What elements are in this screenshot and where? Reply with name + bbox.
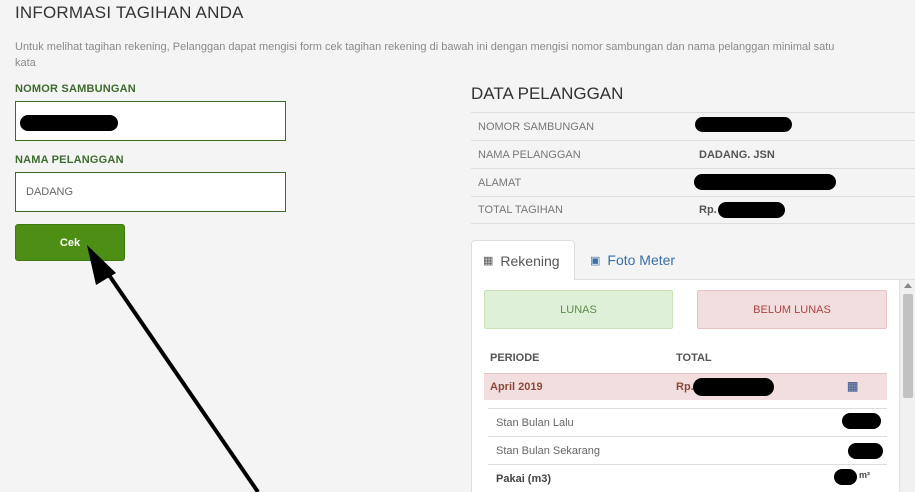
detail-label: Pakai (m3) — [496, 473, 552, 485]
redacted-stan-lalu — [842, 413, 881, 429]
detail-row-stan-sekarang: Stan Bulan Sekarang — [488, 436, 887, 464]
detail-label: Stan Bulan Lalu — [496, 417, 574, 429]
calculator-icon[interactable]: ▦ — [847, 379, 858, 393]
scroll-up-arrow[interactable] — [904, 283, 912, 288]
panel-scrollbar[interactable] — [899, 280, 915, 492]
belum-lunas-button[interactable]: BELUM LUNAS — [697, 290, 887, 329]
tab-rekening[interactable]: ▦ Rekening — [471, 240, 575, 281]
camera-icon: ▣ — [590, 254, 601, 267]
data-pelanggan-title: DATA PELANGGAN — [471, 84, 624, 103]
tab-foto-meter-label: Foto Meter — [607, 252, 676, 268]
tab-foto-meter[interactable]: ▣ Foto Meter — [579, 240, 686, 280]
detail-label: Stan Bulan Sekarang — [496, 445, 600, 457]
info-key: NAMA PELANGGAN — [478, 148, 581, 161]
info-value: Rp. — [699, 204, 717, 216]
col-periode: PERIODE — [490, 352, 540, 364]
redacted-nomor-value — [695, 117, 792, 132]
period-total: Rp. — [676, 381, 694, 393]
rekening-panel: LUNAS BELUM LUNAS PERIODE TOTAL April 20… — [471, 280, 899, 492]
info-row-nomor: NOMOR SAMBUNGAN — [471, 112, 915, 140]
redacted-period-total — [693, 378, 774, 396]
redacted-alamat-value — [694, 174, 836, 190]
info-key: TOTAL TAGIHAN — [478, 204, 563, 216]
period-name: April 2019 — [490, 381, 543, 393]
info-row-alamat: ALAMAT — [471, 168, 915, 196]
info-value: DADANG. JSN — [699, 148, 775, 161]
redacted-stan-sekarang — [848, 443, 883, 459]
tab-rekening-label: Rekening — [500, 252, 560, 269]
calculator-icon: ▦ — [483, 255, 494, 267]
customer-info-table: NOMOR SAMBUNGAN NAMA PELANGGAN DADANG. J… — [471, 112, 915, 224]
detail-row-stan-lalu: Stan Bulan Lalu — [488, 408, 887, 436]
info-key: NOMOR SAMBUNGAN — [478, 120, 595, 133]
info-row-total: TOTAL TAGIHAN Rp. — [471, 196, 915, 224]
info-row-nama: NAMA PELANGGAN DADANG. JSN — [471, 140, 915, 168]
redacted-total-value — [718, 202, 785, 218]
scroll-thumb[interactable] — [903, 294, 913, 398]
period-row[interactable]: April 2019 Rp. ▦ — [484, 373, 887, 400]
pakai-unit: m² — [859, 470, 870, 480]
info-key: ALAMAT — [478, 176, 522, 189]
detail-row-pakai: Pakai (m3) m² — [488, 464, 887, 492]
col-total: TOTAL — [676, 352, 712, 364]
bill-tabs: ▦ Rekening ▣ Foto Meter — [471, 240, 915, 281]
lunas-button[interactable]: LUNAS — [484, 290, 673, 329]
redacted-pakai — [834, 469, 857, 485]
